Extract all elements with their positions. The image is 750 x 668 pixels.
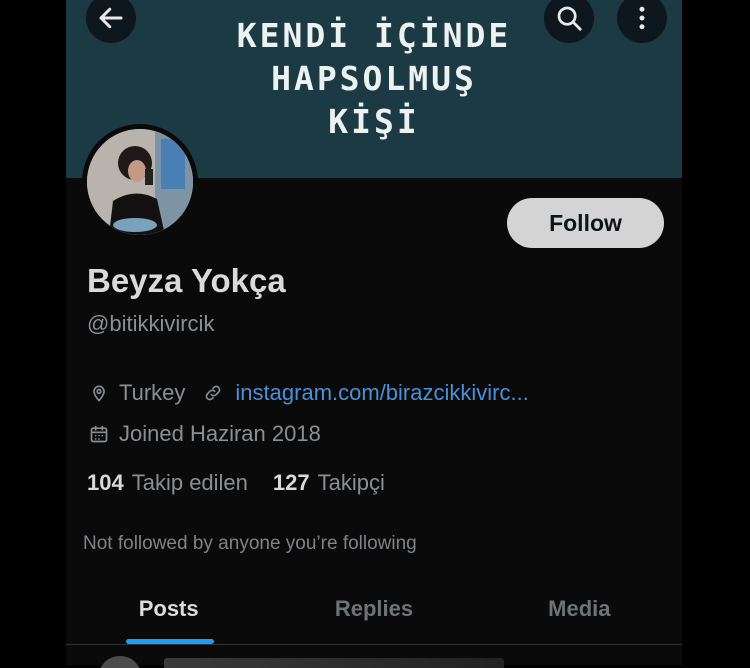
- tab-posts[interactable]: Posts: [66, 580, 271, 644]
- followers-label: Takipçi: [317, 470, 385, 495]
- profile-name: Beyza Yokça: [87, 262, 286, 299]
- followers-count: 127: [272, 470, 310, 495]
- stats-row: 104 Takip edilen 127 Takipçi: [87, 470, 410, 496]
- following-count: 104: [87, 470, 124, 495]
- followers-stat[interactable]: 127 Takipçi: [273, 470, 385, 496]
- avatar-image: [87, 129, 193, 235]
- search-icon: [557, 6, 582, 31]
- left-frame: [0, 0, 66, 665]
- calendar-icon: [87, 422, 111, 446]
- arrow-left-icon: [99, 7, 123, 29]
- banner-line: KİŞİ: [328, 101, 420, 141]
- following-stat[interactable]: 104 Takip edilen: [87, 470, 248, 496]
- link-icon: [201, 381, 225, 405]
- profile-link[interactable]: instagram.com/birazcikkivirc...: [235, 380, 528, 406]
- right-frame: [684, 0, 750, 665]
- follow-button[interactable]: Follow: [507, 198, 664, 248]
- joined-text: Joined Haziran 2018: [119, 421, 321, 446]
- following-label: Takip edilen: [131, 470, 248, 495]
- avatar-photo: [87, 129, 193, 235]
- banner-text: KENDİ İÇİNDE HAPSOLMUŞ KİŞİ: [237, 14, 511, 143]
- location-pin-icon: [87, 381, 111, 405]
- profile-handle: @bitikkivircik: [87, 311, 215, 336]
- post-header-text: [164, 658, 504, 668]
- location-text: Turkey: [119, 380, 186, 405]
- next-post-preview[interactable]: [90, 656, 650, 668]
- avatar[interactable]: [82, 124, 198, 240]
- not-followed-text: Not followed by anyone you’re following: [83, 533, 417, 554]
- location-row: Turkey instagram.com/birazcikkivirc...: [87, 380, 529, 406]
- profile-tabs: Posts Replies Media: [66, 580, 682, 644]
- tab-replies[interactable]: Replies: [271, 580, 476, 644]
- joined-row: Joined Haziran 2018: [87, 421, 321, 447]
- more-vertical-icon: [639, 6, 645, 30]
- banner-line: HAPSOLMUŞ: [271, 58, 477, 98]
- banner-line: KENDİ İÇİNDE: [236, 15, 512, 55]
- post-avatar: [98, 656, 142, 668]
- tabs-divider: [66, 644, 682, 645]
- tab-media[interactable]: Media: [477, 580, 682, 644]
